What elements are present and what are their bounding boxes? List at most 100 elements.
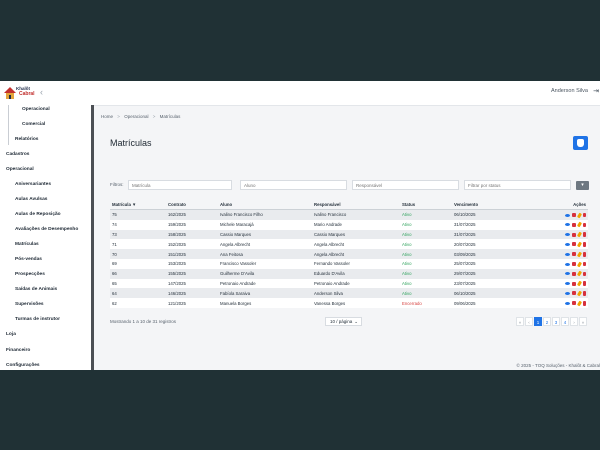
trash-icon[interactable] xyxy=(582,261,586,267)
lock-icon[interactable] xyxy=(571,262,576,267)
lock-icon[interactable] xyxy=(571,301,576,306)
sidebar-item-supervisoes[interactable]: Supervisões xyxy=(15,302,44,307)
per-page-select[interactable]: 10 / página ⌄ xyxy=(325,317,362,326)
lock-icon[interactable] xyxy=(571,232,576,237)
footer: © 2025 - TOQ Soluções - Khalôt & Cabral xyxy=(0,362,600,370)
sidebar-item-aulas-reposicao[interactable]: Aulas de Reposição xyxy=(15,212,61,217)
breadcrumb-section[interactable]: Operacional xyxy=(124,114,148,119)
page-2-button[interactable]: 2 xyxy=(543,317,551,326)
pencil-icon[interactable] xyxy=(576,251,582,258)
pencil-icon[interactable] xyxy=(576,231,582,238)
pencil-icon[interactable] xyxy=(576,290,582,297)
page-prev-button[interactable]: ‹ xyxy=(525,317,533,326)
breadcrumb-home[interactable]: Home xyxy=(101,114,113,119)
responsavel-filter-input[interactable] xyxy=(352,180,459,190)
col-responsavel[interactable]: Responsável xyxy=(312,199,400,210)
sidebar-item-operacional[interactable]: Operacional xyxy=(6,167,34,172)
trash-icon[interactable] xyxy=(582,222,586,228)
eye-icon[interactable] xyxy=(564,301,570,305)
eye-icon[interactable] xyxy=(564,291,570,295)
eye-icon[interactable] xyxy=(564,233,570,237)
lock-icon[interactable] xyxy=(571,242,576,247)
col-status[interactable]: Status xyxy=(400,199,452,210)
pencil-icon[interactable] xyxy=(576,261,582,267)
sidebar-item-loja[interactable]: Loja xyxy=(6,332,16,337)
sidebar-item-aulas-avulsas[interactable]: Aulas Avulsas xyxy=(15,197,47,202)
logo[interactable]: Khalôt Cabral xyxy=(2,85,36,101)
status-filter-select[interactable] xyxy=(464,180,571,190)
sidebar-item-aniversariantes[interactable]: Aniversariantes xyxy=(15,182,51,187)
sidebar-item-relatorios[interactable]: Relatórios xyxy=(15,137,38,142)
id-badge-icon xyxy=(577,139,584,147)
sidebar-item-operacional-sub[interactable]: Operacional xyxy=(22,107,50,112)
lock-icon[interactable] xyxy=(571,291,576,296)
sidebar-item-turmas-instrutor[interactable]: Turmas de instrutor xyxy=(15,317,60,322)
logout-icon[interactable]: ⇥ xyxy=(593,87,599,95)
table-row[interactable]: 73 158/2025 Cassio Marques Cassio Marques At… xyxy=(110,229,588,240)
trash-icon[interactable] xyxy=(582,301,586,306)
sidebar-item-comercial[interactable]: Comercial xyxy=(22,122,45,127)
trash-icon[interactable] xyxy=(582,212,586,218)
eye-icon[interactable] xyxy=(564,272,570,276)
pencil-icon[interactable] xyxy=(576,241,582,248)
eye-icon[interactable] xyxy=(564,262,570,266)
page-3-button[interactable]: 3 xyxy=(552,317,560,326)
lock-icon[interactable] xyxy=(571,271,576,276)
cell-contrato: 155/2025 xyxy=(166,268,218,279)
pencil-icon[interactable] xyxy=(576,280,582,287)
table-row[interactable]: 62 121/2025 Manuela Borges Vanessa Borges En… xyxy=(110,298,588,308)
trash-icon[interactable] xyxy=(582,281,586,286)
sidebar-item-saidas-animais[interactable]: Saídas de Animais xyxy=(15,287,57,292)
matricula-filter-input[interactable] xyxy=(128,180,232,190)
pencil-icon[interactable] xyxy=(576,212,582,218)
page-last-button[interactable]: » xyxy=(579,317,587,326)
user-name[interactable]: Anderson Silva xyxy=(551,88,588,94)
col-contrato[interactable]: Contrato xyxy=(166,199,218,210)
page-1-button[interactable]: 1 xyxy=(534,317,542,326)
col-vencimento[interactable]: Vencimento xyxy=(452,199,546,210)
col-matricula[interactable]: Matrícula ▼ xyxy=(110,199,166,210)
eye-icon[interactable] xyxy=(564,213,570,217)
trash-icon[interactable] xyxy=(582,242,586,247)
sidebar-item-cadastros[interactable]: Cadastros xyxy=(6,152,29,157)
eye-icon[interactable] xyxy=(564,223,570,227)
eye-icon[interactable] xyxy=(564,282,570,286)
eye-icon[interactable] xyxy=(564,242,570,246)
table-row[interactable]: 64 146/2025 Fabíola Saraiva Anderson Silva A… xyxy=(110,288,588,299)
lock-icon[interactable] xyxy=(571,281,576,286)
cell-matricula: 62 xyxy=(110,298,166,308)
collapse-sidebar-icon[interactable]: ‹ xyxy=(40,87,43,97)
table-row[interactable]: 69 153/2025 Francisco Vassoler Fernando Vas… xyxy=(110,258,588,269)
table-row[interactable]: 65 147/2025 Petronaio Andrade Petronaio And… xyxy=(110,278,588,289)
lock-icon[interactable] xyxy=(571,252,576,257)
cell-responsavel: Ivalino Francisco xyxy=(312,209,400,220)
aluno-filter-input[interactable] xyxy=(240,180,347,190)
sidebar-item-financeiro[interactable]: Financeiro xyxy=(6,348,30,353)
sidebar-item-avaliacoes[interactable]: Avaliações de Desempenho xyxy=(15,227,78,232)
sidebar-item-prospeccoes[interactable]: Prospecções xyxy=(15,272,45,277)
page-4-button[interactable]: 4 xyxy=(561,317,569,326)
pencil-icon[interactable] xyxy=(576,300,582,307)
lock-icon[interactable] xyxy=(571,222,576,227)
col-aluno[interactable]: Aluno xyxy=(218,199,312,210)
trash-icon[interactable] xyxy=(582,271,586,277)
filter-button[interactable]: ▾ xyxy=(576,181,589,190)
pencil-icon[interactable] xyxy=(576,270,582,277)
add-enrollment-button[interactable] xyxy=(573,136,588,150)
table-row[interactable]: 75 162/2025 Ivalino Francisco Filho Ivalino… xyxy=(110,209,588,220)
trash-icon[interactable] xyxy=(582,232,586,237)
page-next-button[interactable]: › xyxy=(570,317,578,326)
sidebar-item-pos-vendas[interactable]: Pós-vendas xyxy=(15,257,42,262)
trash-icon[interactable] xyxy=(582,252,586,257)
table-row[interactable]: 71 152/2025 Angela Albrecht Angela Albrecht… xyxy=(110,239,588,250)
pencil-icon[interactable] xyxy=(576,221,582,228)
sidebar-item-matriculas[interactable]: Matrículas xyxy=(15,242,39,247)
table-row[interactable]: 66 155/2025 Guilherme D'Avila Eduardo D'Avi… xyxy=(110,268,588,279)
trash-icon[interactable] xyxy=(582,291,586,296)
table-row[interactable]: 70 151/2025 Ana Feitosa Angela Albrecht Ativ… xyxy=(110,249,588,259)
lock-icon[interactable] xyxy=(571,213,576,218)
page-first-button[interactable]: « xyxy=(516,317,524,326)
house-logo-icon xyxy=(4,87,16,99)
table-row[interactable]: 74 159/2025 Michele Maracajá Mario Andrade A… xyxy=(110,219,588,230)
eye-icon[interactable] xyxy=(564,252,570,256)
